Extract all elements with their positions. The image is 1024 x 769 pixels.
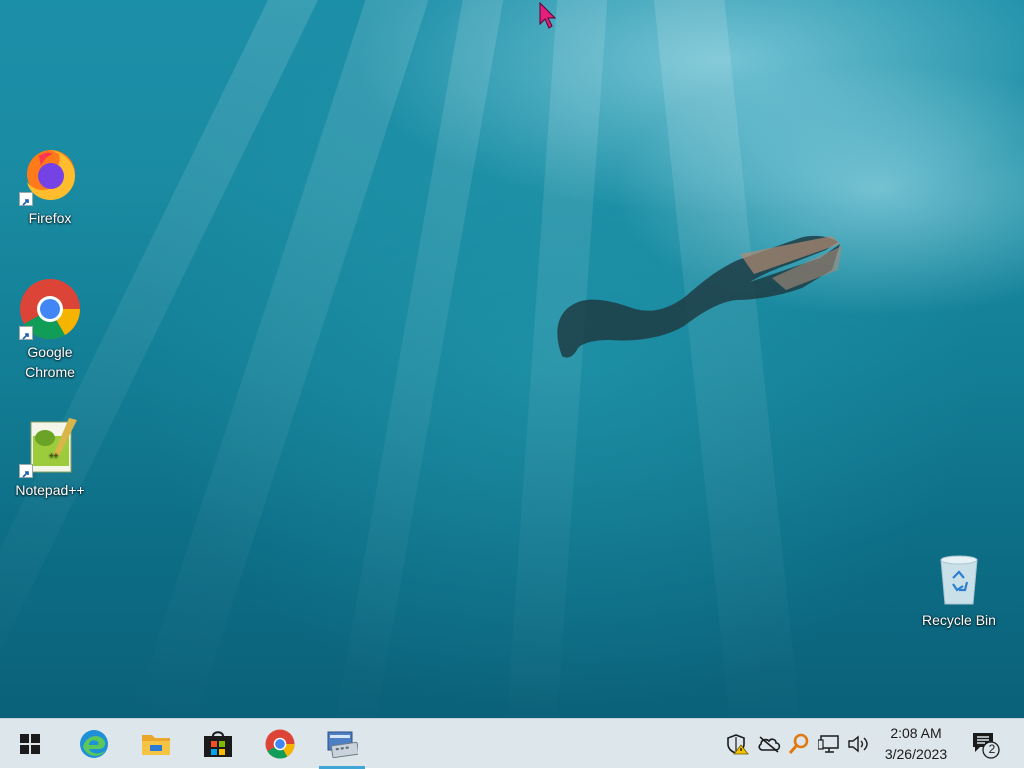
firefox-icon — [19, 144, 81, 206]
desktop-icon-label: Recycle Bin — [922, 612, 996, 628]
svg-text:++: ++ — [49, 451, 59, 460]
desktop-background: Firefox Google Chrome ++ Notepad++ Recyc… — [0, 0, 1024, 718]
taskbar-clock[interactable]: 2:08 AM 3/26/2023 — [872, 723, 960, 765]
keyboard-app-icon — [327, 731, 358, 758]
clock-date: 3/26/2023 — [884, 746, 948, 762]
desktop-icon-recycle-bin[interactable]: Recycle Bin — [914, 552, 1004, 630]
onedrive-offline-icon — [758, 736, 781, 753]
freediver-silhouette — [557, 235, 842, 358]
taskbar-chrome-button[interactable] — [249, 719, 311, 769]
security-shield-warning-icon — [727, 734, 749, 755]
recycle-bin-icon — [931, 552, 987, 608]
notification-count-badge: 2 — [988, 742, 996, 756]
network-monitor-icon — [818, 735, 839, 753]
windows-start-icon — [20, 734, 40, 754]
desktop-icon-google-chrome[interactable]: Google Chrome — [10, 278, 90, 382]
chrome-icon — [19, 278, 81, 340]
desktop-icon-label: Chrome — [25, 364, 75, 380]
tray-security-button[interactable] — [726, 732, 750, 756]
chrome-icon — [265, 729, 295, 759]
tray-network-button[interactable] — [817, 732, 841, 756]
desktop-icon-label: Notepad++ — [15, 482, 85, 498]
notepadpp-icon: ++ — [19, 416, 81, 478]
store-icon — [204, 731, 232, 757]
desktop-icon-notepadpp[interactable]: ++ Notepad++ — [10, 416, 90, 500]
tray-volume-button[interactable] — [846, 732, 870, 756]
desktop-icon-label: Google — [27, 344, 73, 360]
taskbar-edge-button[interactable] — [63, 719, 125, 769]
tray-onedrive-button[interactable] — [757, 732, 781, 756]
taskbar: 2:08 AM 3/26/2023 2 — [0, 718, 1024, 769]
search-key-icon — [788, 733, 809, 754]
shortcut-arrow-icon — [19, 192, 33, 206]
taskbar-store-button[interactable] — [187, 719, 249, 769]
start-button[interactable] — [0, 719, 60, 769]
desktop-icon-label: Firefox — [28, 210, 72, 226]
shortcut-arrow-icon — [19, 326, 33, 340]
edge-icon — [80, 730, 108, 758]
file-explorer-icon — [142, 735, 170, 755]
desktop-icon-firefox[interactable]: Firefox — [10, 144, 90, 228]
taskbar-file-explorer-button[interactable] — [125, 719, 187, 769]
taskbar-keyboard-app-button[interactable] — [311, 719, 373, 769]
clock-time: 2:08 AM — [890, 725, 942, 741]
mouse-cursor-icon — [539, 2, 557, 29]
tray-search-key-button[interactable] — [787, 732, 811, 756]
volume-icon — [848, 735, 868, 753]
action-center-button[interactable]: 2 — [970, 729, 1000, 759]
shortcut-arrow-icon — [19, 464, 33, 478]
